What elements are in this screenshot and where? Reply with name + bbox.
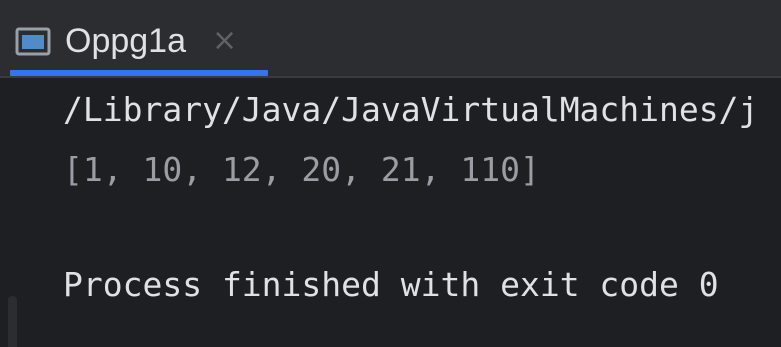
console-line-command: /Library/Java/JavaVirtualMachines/j: [63, 90, 759, 129]
tab-bar: Oppg1a ×: [0, 0, 781, 76]
tab-label: Oppg1a: [65, 22, 186, 60]
tab-oppg1a[interactable]: Oppg1a ×: [0, 0, 268, 76]
console-icon: [15, 27, 51, 56]
console-line-exit-status: Process finished with exit code 0: [63, 265, 719, 304]
close-icon[interactable]: ×: [212, 18, 237, 64]
console-line-output: [1, 10, 12, 20, 21, 110]: [63, 150, 540, 189]
gutter-handle[interactable]: [8, 296, 17, 347]
run-tool-window: Oppg1a × /Library/Java/JavaVirtualMachin…: [0, 0, 781, 347]
console-output[interactable]: /Library/Java/JavaVirtualMachines/j [1, …: [30, 78, 781, 347]
